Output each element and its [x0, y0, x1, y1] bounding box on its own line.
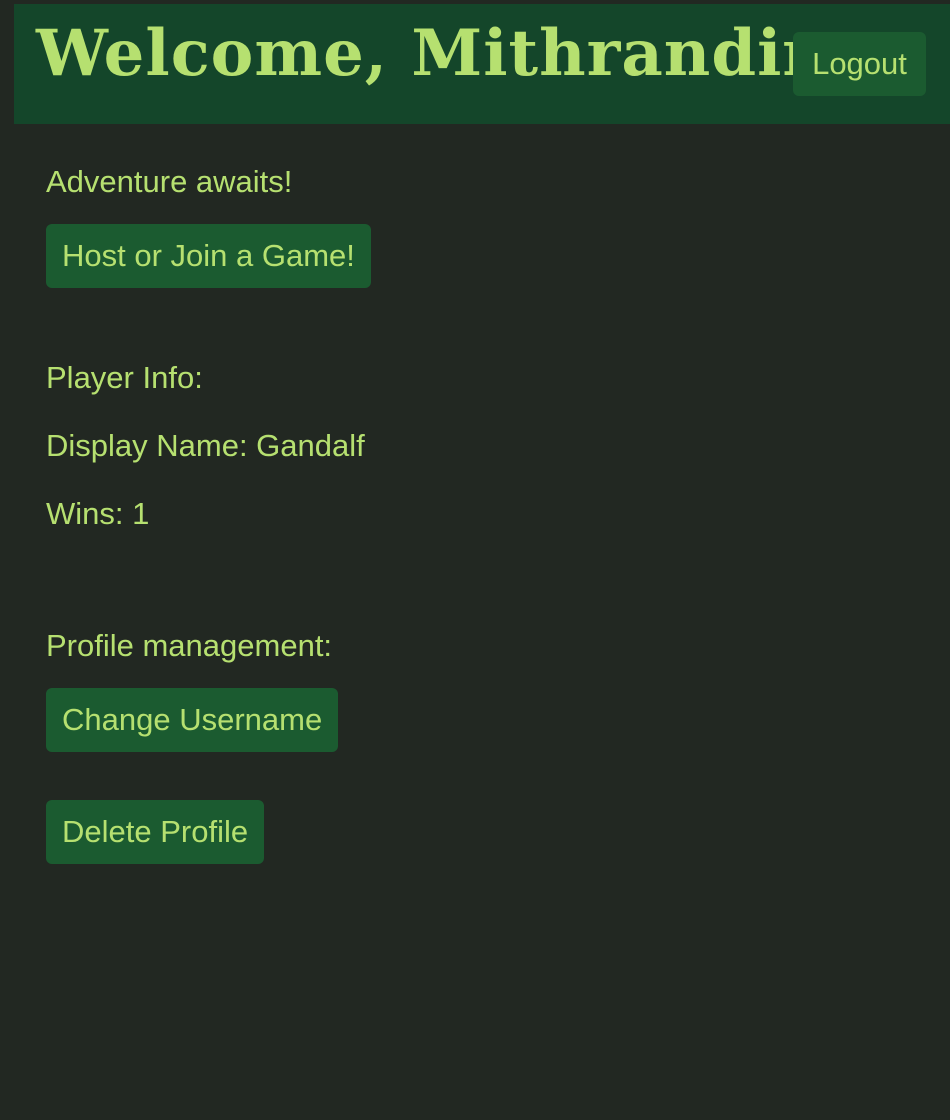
delete-profile-button[interactable]: Delete Profile [46, 800, 265, 864]
display-name-text: Display Name: Gandalf [46, 428, 365, 463]
welcome-title: Welcome, Mithrandir [36, 16, 818, 91]
page-header: Welcome, Mithrandir Logout [14, 4, 950, 124]
logout-button[interactable]: Logout [793, 32, 926, 96]
wins-text: Wins: 1 [46, 496, 150, 531]
change-username-button[interactable]: Change Username [46, 688, 339, 752]
profile-management-heading: Profile management: [46, 628, 333, 663]
host-join-game-button[interactable]: Host or Join a Game! [46, 224, 371, 288]
player-info-heading: Player Info: [46, 360, 203, 395]
tagline: Adventure awaits! [46, 164, 293, 199]
